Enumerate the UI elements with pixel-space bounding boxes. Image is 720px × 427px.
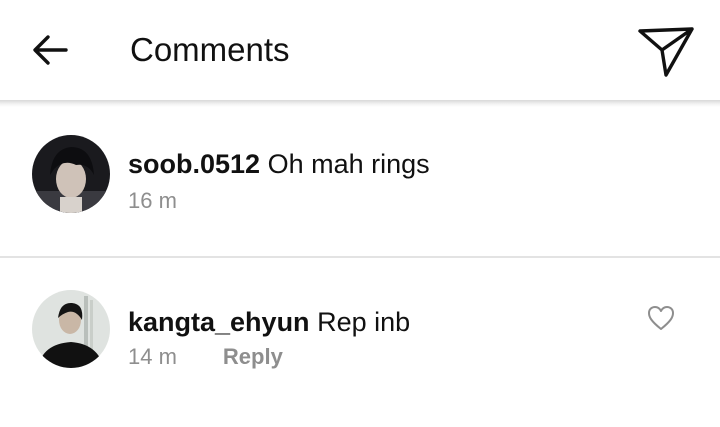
comment-line: kangta_ehyun Rep inb [128, 306, 410, 338]
header-divider [0, 100, 720, 107]
heart-outline-icon [648, 306, 674, 330]
comment-time: 16 m [128, 188, 177, 213]
comment-item: soob.0512 Oh mah rings 16 m [0, 108, 720, 256]
reply-button[interactable]: Reply [223, 344, 283, 370]
comment-text: Oh mah rings [267, 149, 430, 179]
like-button[interactable] [644, 302, 678, 334]
share-button[interactable] [634, 24, 698, 80]
user-avatar[interactable] [32, 135, 110, 213]
comment-time: 14 m [128, 344, 177, 369]
comment-line: soob.0512 Oh mah rings [128, 148, 430, 180]
paper-plane-icon [638, 27, 694, 77]
user-avatar[interactable] [32, 290, 110, 368]
comment-text: Rep inb [317, 307, 411, 337]
page-title: Comments [130, 31, 290, 68]
comment-username[interactable]: kangta_ehyun [128, 307, 310, 337]
comment-meta: 16 m [128, 188, 177, 214]
comment-item: kangta_ehyun Rep inb 14 m Reply [0, 258, 720, 427]
arrow-left-icon [33, 35, 68, 65]
comment-username[interactable]: soob.0512 [128, 149, 260, 179]
back-button[interactable] [28, 28, 72, 72]
comment-meta: 14 m Reply [128, 344, 283, 370]
comments-header: Comments [0, 0, 720, 102]
